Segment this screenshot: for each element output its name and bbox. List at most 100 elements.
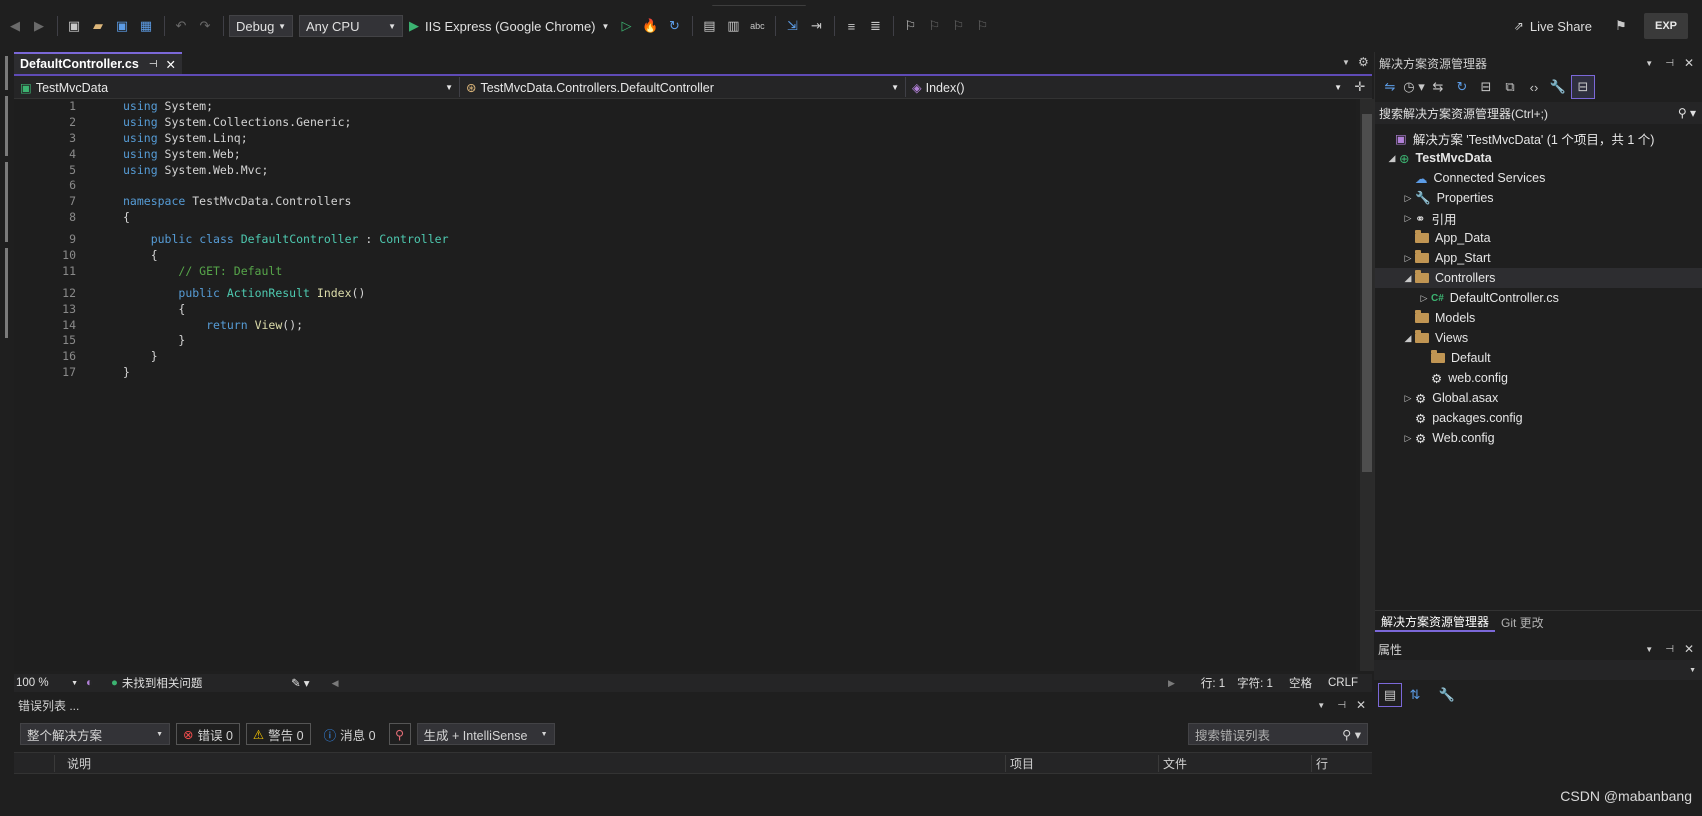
- properties-object-select[interactable]: ▼: [1374, 660, 1702, 680]
- errors-filter-button[interactable]: ⊗ 错误 0: [176, 723, 240, 745]
- chevron-down-icon[interactable]: ▼: [1317, 701, 1325, 710]
- col-header-description[interactable]: 说明: [54, 754, 1005, 772]
- undo-icon[interactable]: ↶: [170, 15, 192, 37]
- code-cleanup-icon[interactable]: ✎ ▾: [291, 676, 310, 690]
- open-folder-icon[interactable]: ▰: [87, 15, 109, 37]
- close-icon[interactable]: ✕: [166, 57, 176, 72]
- step-icon[interactable]: ⇲: [781, 15, 803, 37]
- pin-icon[interactable]: ⊣: [1665, 58, 1674, 69]
- categorized-icon[interactable]: ▤: [1378, 683, 1402, 707]
- zoom-dropdown[interactable]: 100 % ▼: [14, 677, 78, 689]
- col-header-project[interactable]: 项目: [1005, 754, 1158, 772]
- spell-check-icon[interactable]: abc: [746, 15, 768, 37]
- collapsed-arrow-icon[interactable]: ▷: [1401, 253, 1415, 264]
- pin-icon[interactable]: ⊣: [1337, 700, 1346, 711]
- pin-icon[interactable]: ⊣: [1665, 644, 1674, 655]
- code-editor[interactable]: 1 2 3 4 5 6 7 8 9 10 11 12 13 14 15 16 1…: [14, 99, 1356, 671]
- col-header-line[interactable]: 行: [1311, 754, 1366, 772]
- indent-icon[interactable]: ≣: [864, 15, 886, 37]
- scope-dropdown[interactable]: 整个解决方案 ▼: [20, 723, 170, 745]
- tree-item-views-default[interactable]: Default: [1375, 348, 1702, 368]
- layout-icon[interactable]: ▥: [722, 15, 744, 37]
- char-position[interactable]: 字符: 1: [1237, 675, 1273, 691]
- preview-icon[interactable]: ⊟: [1571, 75, 1595, 99]
- issues-indicator[interactable]: ● 未找到相关问题: [111, 675, 281, 691]
- tree-item-models[interactable]: Models: [1375, 308, 1702, 328]
- member-dropdown[interactable]: ◈ Index() ▼: [906, 77, 1348, 97]
- build-filter-dropdown[interactable]: 生成 + IntelliSense ▼: [416, 723, 555, 745]
- outdent-icon[interactable]: ≡: [840, 15, 862, 37]
- filter-button[interactable]: ⚲: [388, 723, 411, 745]
- close-icon[interactable]: ✕: [1356, 698, 1366, 712]
- hot-reload-icon[interactable]: 🔥: [639, 15, 661, 37]
- prev-bookmark-icon[interactable]: ⚐: [923, 15, 945, 37]
- settings-gear-icon[interactable]: ⚙: [1358, 55, 1369, 69]
- line-position[interactable]: 行: 1: [1201, 675, 1225, 691]
- messages-filter-button[interactable]: ⓘ 消息 0: [317, 723, 383, 745]
- tree-item-global-asax[interactable]: ▷ ⚙ Global.asax: [1375, 388, 1702, 408]
- tree-item-solution[interactable]: ▣ 解决方案 'TestMvcData' (1 个项目，共 1 个): [1375, 128, 1702, 148]
- feedback-icon[interactable]: ⚑: [1610, 15, 1632, 37]
- warnings-filter-button[interactable]: ⚠ 警告 0: [245, 723, 311, 745]
- scroll-left-icon[interactable]: ◀: [332, 678, 339, 689]
- exp-badge[interactable]: EXP: [1644, 13, 1688, 39]
- col-header-file[interactable]: 文件: [1158, 754, 1311, 772]
- redo-icon[interactable]: ↷: [194, 15, 216, 37]
- tree-item-default-controller[interactable]: ▷ C# DefaultController.cs: [1375, 288, 1702, 308]
- alphabetical-icon[interactable]: ⇅: [1404, 684, 1426, 706]
- history-icon[interactable]: ◷ ▾: [1403, 76, 1425, 98]
- clear-bookmark-icon[interactable]: ⚐: [971, 15, 993, 37]
- start-without-debug-icon[interactable]: ▷: [615, 15, 637, 37]
- tree-item-views[interactable]: ◢ Views: [1375, 328, 1702, 348]
- switch-view-icon[interactable]: ⇋: [1379, 76, 1401, 98]
- refresh-icon[interactable]: ↻: [663, 15, 685, 37]
- collapsed-arrow-icon[interactable]: ▷: [1401, 193, 1415, 204]
- forward-icon[interactable]: ▶: [28, 15, 50, 37]
- tree-item-views-webconfig[interactable]: ⚙ web.config: [1375, 368, 1702, 388]
- scrollbar-thumb[interactable]: [1362, 114, 1372, 472]
- split-window-icon[interactable]: ✛: [1348, 79, 1372, 95]
- next-bookmark-icon[interactable]: ⚐: [947, 15, 969, 37]
- tree-item-app-data[interactable]: App_Data: [1375, 228, 1702, 248]
- collapsed-arrow-icon[interactable]: ▷: [1417, 293, 1431, 304]
- pin-icon[interactable]: ⊣: [149, 59, 158, 70]
- tree-item-app-start[interactable]: ▷ App_Start: [1375, 248, 1702, 268]
- collapsed-arrow-icon[interactable]: ▷: [1401, 393, 1415, 404]
- close-icon[interactable]: ✕: [1684, 56, 1694, 70]
- tree-item-controllers[interactable]: ◢ Controllers: [1375, 268, 1702, 288]
- refresh-icon[interactable]: ↻: [1451, 76, 1473, 98]
- chevron-down-icon[interactable]: ▼: [1645, 59, 1653, 68]
- collapsed-arrow-icon[interactable]: ▷: [1401, 433, 1415, 444]
- ai-icon[interactable]: ◐: [86, 677, 93, 689]
- expanded-arrow-icon[interactable]: ◢: [1385, 153, 1399, 164]
- expanded-arrow-icon[interactable]: ◢: [1401, 333, 1415, 344]
- project-dropdown[interactable]: ▣ TestMvcData ▼: [14, 77, 460, 97]
- expanded-arrow-icon[interactable]: ◢: [1401, 273, 1415, 284]
- start-debug-button[interactable]: ▶ IIS Express (Google Chrome) ▼: [409, 18, 609, 34]
- error-search-input[interactable]: 搜索错误列表 ⚲ ▾: [1188, 723, 1368, 745]
- tree-item-properties[interactable]: ▷ 🔧 Properties: [1375, 188, 1702, 208]
- class-dropdown[interactable]: ⊛ TestMvcData.Controllers.DefaultControll…: [460, 77, 906, 97]
- tab-default-controller[interactable]: DefaultController.cs ⊣ ✕: [14, 52, 182, 74]
- browse-icon[interactable]: ▤: [698, 15, 720, 37]
- chevron-down-icon[interactable]: ▼: [1645, 645, 1653, 654]
- close-icon[interactable]: ✕: [1684, 642, 1694, 656]
- view-code-icon[interactable]: ‹›: [1523, 76, 1545, 98]
- new-project-icon[interactable]: ▣: [63, 15, 85, 37]
- show-all-files-icon[interactable]: ⧉: [1499, 76, 1521, 98]
- save-all-icon[interactable]: ▦: [135, 15, 157, 37]
- step-over-icon[interactable]: ⇥: [805, 15, 827, 37]
- scroll-right-icon[interactable]: ▶: [1168, 678, 1175, 689]
- tree-item-connected-services[interactable]: ☁ Connected Services: [1375, 168, 1702, 188]
- tree-item-references[interactable]: ▷ ⚭ 引用: [1375, 208, 1702, 228]
- live-share-button[interactable]: ⇗ Live Share: [1514, 19, 1592, 34]
- collapse-all-icon[interactable]: ⊟: [1475, 76, 1497, 98]
- platform-select[interactable]: Any CPU ▼: [299, 15, 403, 37]
- tree-item-project[interactable]: ◢ ⊕ TestMvcData: [1375, 148, 1702, 168]
- collapsed-arrow-icon[interactable]: ▷: [1401, 213, 1415, 224]
- tree-item-packages-config[interactable]: ⚙ packages.config: [1375, 408, 1702, 428]
- tab-solution-explorer[interactable]: 解决方案资源管理器: [1375, 613, 1496, 632]
- whitespace-mode[interactable]: 空格: [1289, 675, 1312, 691]
- save-icon[interactable]: ▣: [111, 15, 133, 37]
- tree-item-web-config[interactable]: ▷ ⚙ Web.config: [1375, 428, 1702, 448]
